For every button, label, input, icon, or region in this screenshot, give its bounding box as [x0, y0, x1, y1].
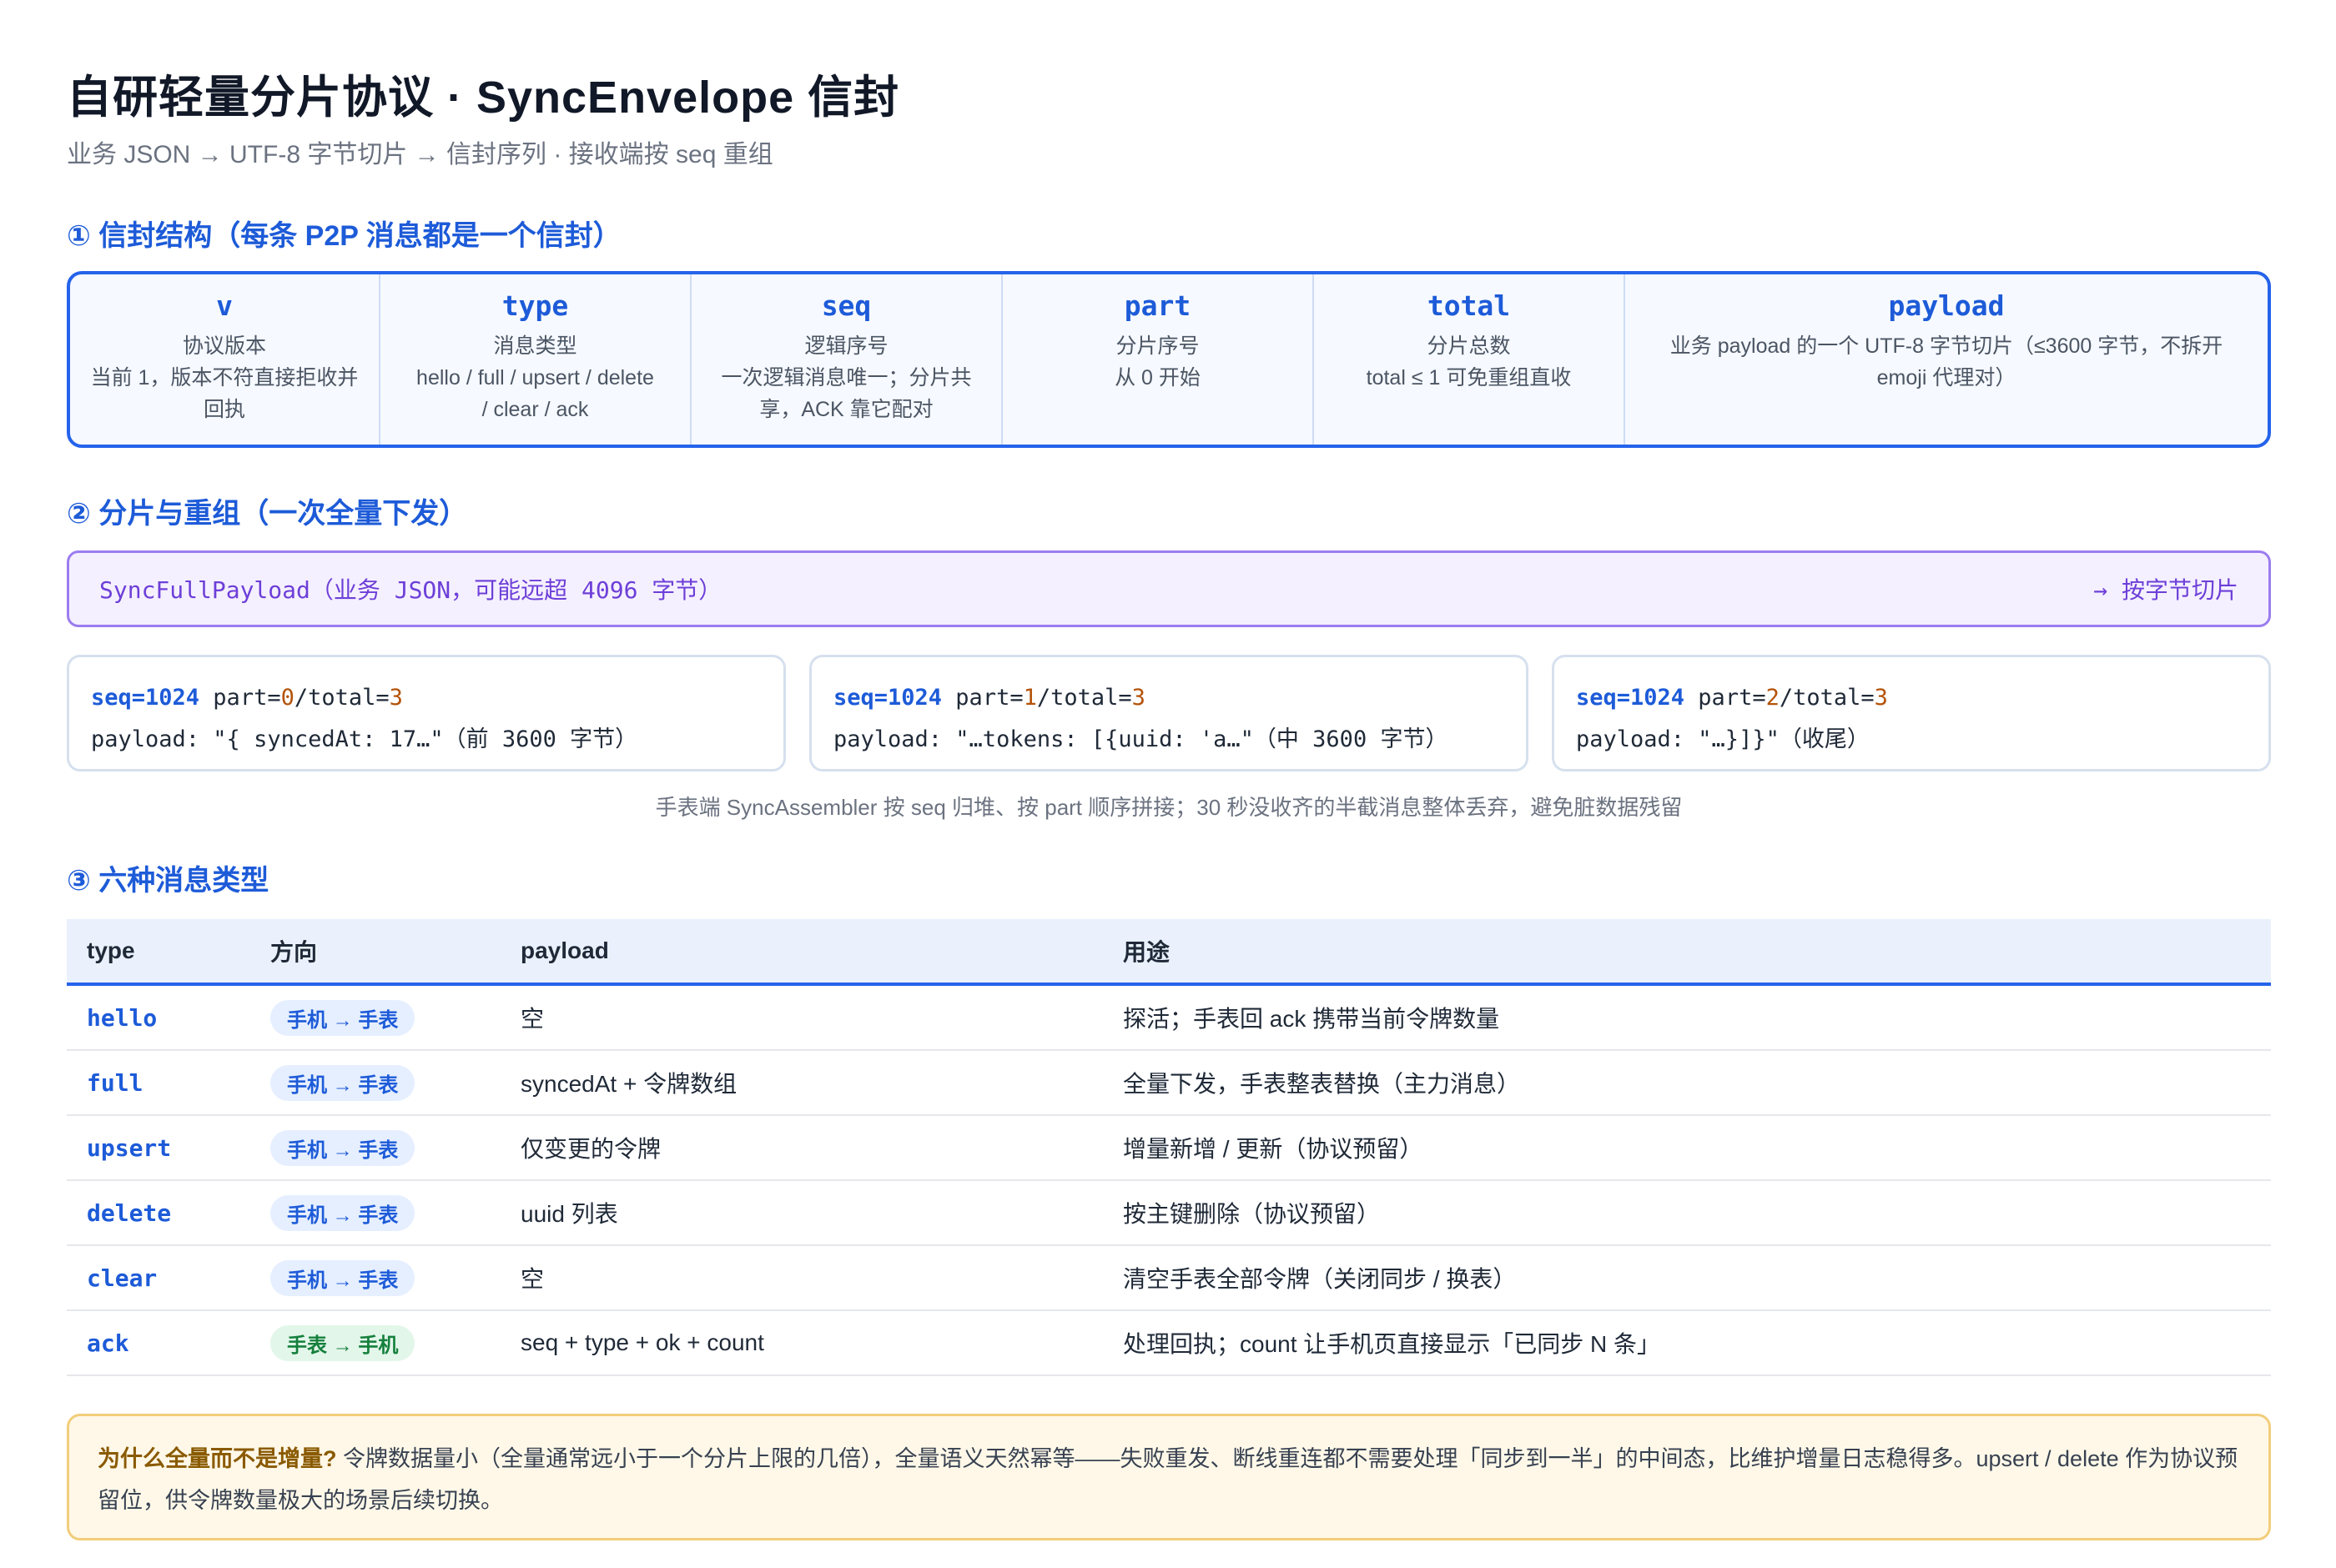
field-desc-line: total ≤ 1 可免重组直收 [1366, 366, 1572, 389]
field-desc-line: 分片序号 [1115, 334, 1200, 358]
chunk-card-2: seq=1024 part=2/total=3 payload: "…}]}"（… [1552, 655, 2271, 771]
field-part: part 分片序号 从 0 开始 [1003, 274, 1314, 445]
chunk-total: 3 [1131, 685, 1145, 711]
column-header-type: type [67, 919, 250, 986]
purpose-cell: 增量新增 / 更新（协议预留） [1103, 1115, 2271, 1181]
why-text: 令牌数据量小（全量通常远小于一个分片上限的几倍），全量语义天然幂等——失败重发、… [98, 1446, 2238, 1513]
column-header-purpose: 用途 [1103, 919, 2271, 986]
payload-cell: 空 [501, 1245, 1103, 1311]
field-desc-line: 一次逻辑消息唯一；分片共 [721, 366, 972, 389]
page: 自研轻量分片协议 · SyncEnvelope 信封 业务 JSON → UTF… [0, 0, 2336, 1568]
column-header-direction: 方向 [250, 919, 501, 986]
direction-badge: 手机 → 手表 [270, 1129, 415, 1166]
chunk-seq: seq=1024 [1576, 685, 1685, 711]
field-desc-line: 消息类型 [493, 334, 577, 358]
field-desc-line: 享，ACK 靠它配对 [759, 398, 934, 421]
payload-cell: syncedAt + 令牌数组 [501, 1050, 1103, 1116]
chunk-seq: seq=1024 [833, 685, 943, 711]
page-title: 自研轻量分片协议 · SyncEnvelope 信封 [67, 73, 900, 123]
field-v: v 协议版本 当前 1，版本不符直接拒收并 回执 [70, 274, 380, 445]
field-desc-line: 业务 payload 的一个 UTF-8 字节切片（≤3600 字节，不拆开 [1669, 334, 2223, 358]
direction-badge: 手机 → 手表 [270, 1259, 415, 1296]
field-type: type 消息类型 hello / full / upsert / delete… [380, 274, 692, 445]
direction-badge: 手表 → 手机 [270, 1324, 415, 1361]
message-types-table: type 方向 payload 用途 hello 手机 → 手表 空 探活；手表… [67, 919, 2271, 1376]
chunk-part-label: part= [1684, 685, 1766, 711]
purpose-cell: 全量下发，手表整表替换（主力消息） [1103, 1050, 2271, 1116]
message-type: full [67, 1050, 250, 1116]
chunk-seq: seq=1024 [91, 685, 200, 711]
source-payload-label: SyncFullPayload（业务 JSON，可能远超 4096 字节） [99, 576, 722, 604]
slice-action-label: → 按字节切片 [2093, 576, 2238, 604]
purpose-cell: 按主键删除（协议预留） [1103, 1180, 2271, 1246]
field-total: total 分片总数 total ≤ 1 可免重组直收 [1314, 274, 1625, 445]
field-desc-line: 从 0 开始 [1115, 366, 1201, 389]
message-type: ack [67, 1310, 250, 1376]
reassembly-note: 手表端 SyncAssembler 按 seq 归堆、按 part 顺序拼接；3… [655, 795, 1683, 820]
field-name: type [501, 289, 569, 322]
why-label: 为什么全量而不是增量? [98, 1446, 337, 1471]
source-payload-bar: SyncFullPayload（业务 JSON，可能远超 4096 字节） → … [67, 550, 2271, 627]
payload-cell: 空 [501, 984, 1103, 1051]
message-type: clear [67, 1245, 250, 1311]
field-name: payload [1888, 289, 2005, 322]
section-heading-fragment: ② 分片与重组（一次全量下发） [67, 498, 468, 530]
chunk-payload: payload: "…}]}"（收尾） [1576, 726, 1870, 752]
table-row: ack 手表 → 手机 seq + type + ok + count 处理回执… [67, 1310, 2271, 1376]
field-seq: seq 逻辑序号 一次逻辑消息唯一；分片共 享，ACK 靠它配对 [692, 274, 1003, 445]
message-type: hello [67, 984, 250, 1051]
table-row: delete 手机 → 手表 uuid 列表 按主键删除（协议预留） [67, 1180, 2271, 1246]
chunk-part: 0 [280, 685, 295, 711]
section-heading-envelope: ① 信封结构（每条 P2P 消息都是一个信封） [67, 220, 622, 252]
page-subtitle: 业务 JSON → UTF-8 字节切片 → 信封序列 · 接收端按 seq 重… [67, 141, 773, 168]
chunk-part-label: part= [942, 685, 1024, 711]
field-desc-line: emoji 代理对） [1876, 366, 2016, 389]
purpose-cell: 清空手表全部令牌（关闭同步 / 换表） [1103, 1245, 2271, 1311]
field-desc-line: 逻辑序号 [804, 334, 889, 358]
payload-cell: seq + type + ok + count [501, 1310, 1103, 1376]
field-name: v [216, 289, 233, 322]
chunk-total-label: /total= [1779, 685, 1875, 711]
purpose-cell: 探活；手表回 ack 携带当前令牌数量 [1103, 984, 2271, 1051]
field-desc-line: 协议版本 [182, 334, 266, 358]
chunk-total: 3 [389, 685, 403, 711]
direction-badge: 手机 → 手表 [270, 1064, 415, 1101]
chunk-payload: payload: "{ syncedAt: 17…"（前 3600 字节） [91, 726, 638, 752]
field-name: total [1427, 289, 1511, 322]
chunk-total: 3 [1874, 685, 1888, 711]
envelope-structure: v 协议版本 当前 1，版本不符直接拒收并 回执 type 消息类型 hello… [67, 271, 2271, 448]
message-type: upsert [67, 1115, 250, 1181]
field-desc-line: hello / full / upsert / delete [416, 366, 654, 389]
table-row: hello 手机 → 手表 空 探活；手表回 ack 携带当前令牌数量 [67, 984, 2271, 1051]
chunk-part: 1 [1023, 685, 1037, 711]
chunk-card-1: seq=1024 part=1/total=3 payload: "…token… [809, 655, 1528, 771]
chunk-total-label: /total= [1036, 685, 1132, 711]
section-heading-message-types: ③ 六种消息类型 [67, 865, 269, 897]
table-row: upsert 手机 → 手表 仅变更的令牌 增量新增 / 更新（协议预留） [67, 1115, 2271, 1181]
direction-badge: 手机 → 手表 [270, 1194, 415, 1231]
purpose-cell: 处理回执；count 让手机页直接显示「已同步 N 条」 [1103, 1310, 2271, 1376]
table-header-row: type 方向 payload 用途 [67, 919, 2271, 986]
payload-cell: uuid 列表 [501, 1180, 1103, 1246]
field-name: seq [821, 289, 872, 322]
message-type: delete [67, 1180, 250, 1246]
field-desc-line: 分片总数 [1427, 334, 1511, 358]
payload-cell: 仅变更的令牌 [501, 1115, 1103, 1181]
field-name: part [1124, 289, 1191, 322]
chunk-total-label: /total= [294, 685, 390, 711]
table-row: full 手机 → 手表 syncedAt + 令牌数组 全量下发，手表整表替换… [67, 1050, 2271, 1116]
chunk-card-0: seq=1024 part=0/total=3 payload: "{ sync… [67, 655, 786, 771]
why-full-sync-note: 为什么全量而不是增量? 令牌数据量小（全量通常远小于一个分片上限的几倍），全量语… [67, 1414, 2271, 1540]
field-desc-line: 当前 1，版本不符直接拒收并 [90, 366, 359, 389]
chunk-part-label: part= [199, 685, 281, 711]
field-payload: payload 业务 payload 的一个 UTF-8 字节切片（≤3600 … [1625, 274, 2268, 445]
chunk-part: 2 [1765, 685, 1780, 711]
field-desc-line: / clear / ack [481, 398, 589, 421]
column-header-payload: payload [501, 919, 1103, 986]
field-desc-line: 回执 [203, 398, 245, 421]
chunk-payload: payload: "…tokens: [{uuid: 'a…"（中 3600 字… [833, 726, 1448, 752]
table-row: clear 手机 → 手表 空 清空手表全部令牌（关闭同步 / 换表） [67, 1245, 2271, 1311]
direction-badge: 手机 → 手表 [270, 999, 415, 1036]
